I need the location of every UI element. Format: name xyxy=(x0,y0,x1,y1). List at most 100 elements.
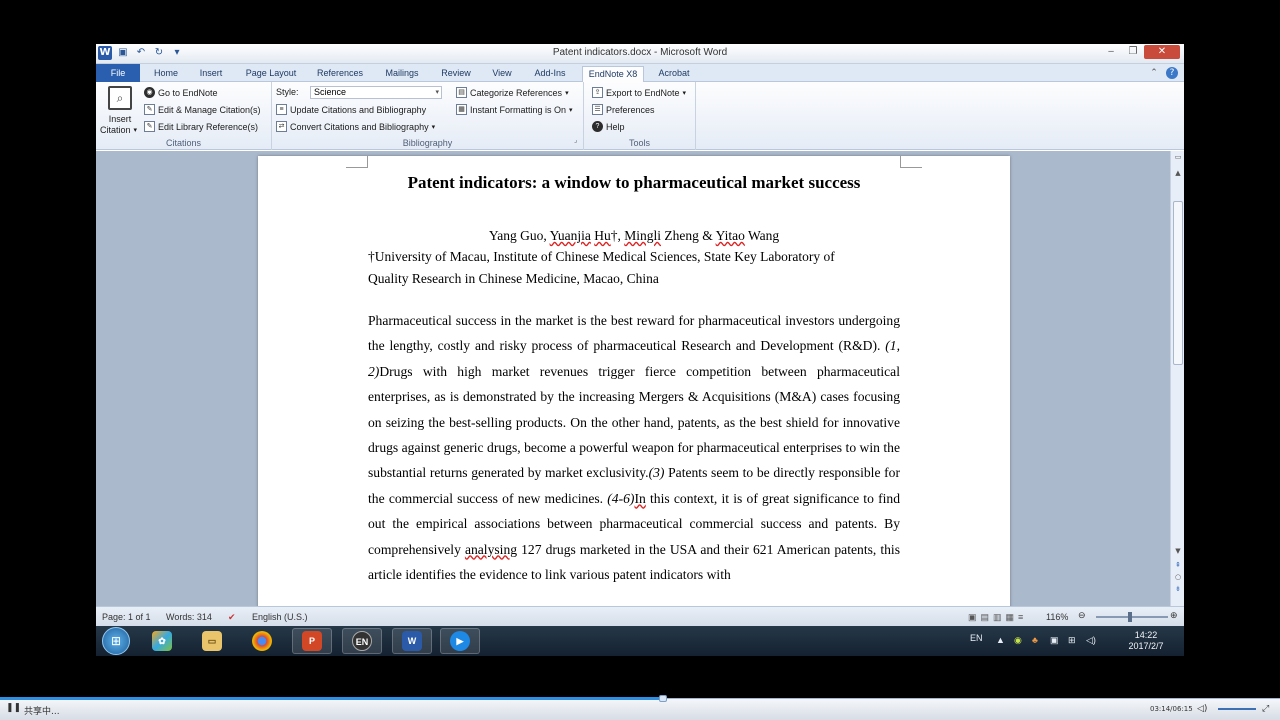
abstract-text: Pharmaceutical success in the market is … xyxy=(368,313,900,354)
insert-citation-button[interactable]: Citation ▾ xyxy=(100,125,137,135)
author-text: Hu xyxy=(594,228,611,243)
taskbar-powerpoint[interactable]: P xyxy=(292,628,332,654)
help-button[interactable]: ? Help xyxy=(592,121,625,132)
zoom-level[interactable]: 116% xyxy=(1046,612,1068,622)
tray-security-icon[interactable]: ♣ xyxy=(1032,635,1038,645)
minimize-button[interactable]: ‒ xyxy=(1100,45,1122,59)
help-label: Help xyxy=(606,121,625,132)
tab-endnote-x8[interactable]: EndNote X8 xyxy=(582,66,644,82)
close-button[interactable]: ✕ xyxy=(1144,45,1180,59)
zoom-in-icon[interactable]: ⊕ xyxy=(1170,610,1178,621)
language-indicator[interactable]: English (U.S.) xyxy=(252,612,308,622)
input-language[interactable]: EN xyxy=(970,633,983,643)
previous-page-icon[interactable]: ⇞ xyxy=(1171,561,1184,569)
style-dropdown[interactable]: Science ▾ xyxy=(310,86,442,99)
tab-references[interactable]: References xyxy=(312,66,368,82)
convert-bibliography-icon: ⇄ xyxy=(276,121,287,132)
tab-mailings[interactable]: Mailings xyxy=(378,66,426,82)
volume-slider[interactable] xyxy=(1218,708,1256,710)
export-to-endnote-button[interactable]: ⇪ Export to EndNote ▾ xyxy=(592,87,686,98)
video-player-bar: ❚❚ 共享中... 03:14/06:15 ◁) ⤢ xyxy=(0,695,1280,720)
minimize-ribbon-icon[interactable]: ⌃ xyxy=(1148,67,1160,79)
playback-progress[interactable] xyxy=(0,697,664,700)
author-text: Yuanjia xyxy=(549,228,591,243)
scroll-down-icon[interactable]: ▼ xyxy=(1171,547,1184,555)
crop-mark-right xyxy=(900,156,922,168)
taskbar-word[interactable]: W xyxy=(392,628,432,654)
chevron-down-icon: ▾ xyxy=(133,127,138,134)
playback-progress-knob[interactable] xyxy=(659,695,668,702)
tray-app-icon[interactable]: ◉ xyxy=(1014,635,1022,646)
ruler-toggle-icon[interactable]: ▭ xyxy=(1171,153,1184,161)
tab-view[interactable]: View xyxy=(486,66,518,82)
go-to-endnote-label: Go to EndNote xyxy=(158,87,218,98)
tray-device-icon[interactable]: ▣ xyxy=(1050,635,1059,646)
chevron-down-icon: ▾ xyxy=(435,89,439,96)
insert-citation-label-1[interactable]: Insert xyxy=(102,114,138,124)
go-to-endnote-button[interactable]: ◉ Go to EndNote xyxy=(144,87,218,98)
maximize-button[interactable]: ❐ xyxy=(1122,45,1144,59)
title-bar: W ▣ ↶ ↻ ▾ Patent indicators.docx - Micro… xyxy=(96,44,1184,64)
instant-formatting-button[interactable]: ▦ Instant Formatting is On ▾ xyxy=(456,104,573,115)
pause-icon[interactable]: ❚❚ xyxy=(6,703,21,713)
tab-page-layout[interactable]: Page Layout xyxy=(240,66,302,82)
tab-insert[interactable]: Insert xyxy=(192,66,230,82)
zoom-slider[interactable] xyxy=(1096,616,1168,618)
network-icon[interactable]: ⊞ xyxy=(1068,635,1076,646)
help-icon[interactable]: ? xyxy=(1166,67,1178,79)
word-icon: W xyxy=(402,631,422,651)
tab-home[interactable]: Home xyxy=(148,66,184,82)
word-count[interactable]: Words: 314 xyxy=(166,612,212,622)
select-browse-object-icon[interactable]: ○ xyxy=(1171,573,1184,581)
show-hidden-icons-icon[interactable]: ▲ xyxy=(996,635,1005,645)
taskbar-endnote[interactable]: EN xyxy=(342,628,382,654)
zoom-slider-thumb[interactable] xyxy=(1128,612,1132,622)
volume-icon[interactable]: ◁) xyxy=(1086,635,1096,646)
document-page[interactable]: Patent indicators: a window to pharmaceu… xyxy=(258,156,1010,606)
clock[interactable]: 14:22 2017/2/7 xyxy=(1126,630,1166,652)
taskbar-file-explorer[interactable]: ▭ xyxy=(192,628,232,654)
scrollbar-thumb[interactable] xyxy=(1173,201,1183,365)
start-button[interactable]: ⊞ xyxy=(102,627,130,655)
proofing-icon[interactable]: ✔ xyxy=(228,612,236,623)
window-controls: ‒ ❐ ✕ xyxy=(1100,45,1180,59)
insert-citation-icon[interactable]: ⌕ xyxy=(108,86,132,110)
volume-icon[interactable]: ◁) xyxy=(1197,704,1207,714)
abstract-text: Drugs with high market revenues trigger … xyxy=(368,363,900,481)
edit-library-label: Edit Library Reference(s) xyxy=(158,121,259,132)
taskbar-media-player[interactable]: ▶ xyxy=(440,628,480,654)
zoom-out-icon[interactable]: ⊖ xyxy=(1078,610,1086,621)
taskbar-chrome[interactable] xyxy=(242,628,282,654)
sharing-status: 共享中... xyxy=(24,707,60,717)
document-area[interactable]: Patent indicators: a window to pharmaceu… xyxy=(96,151,1170,606)
tab-add-ins[interactable]: Add-Ins xyxy=(528,66,572,82)
tab-acrobat[interactable]: Acrobat xyxy=(652,66,696,82)
folder-icon: ▭ xyxy=(202,631,222,651)
categorize-references-button[interactable]: ▤ Categorize References ▾ xyxy=(456,87,569,98)
play-icon: ▶ xyxy=(450,631,470,651)
document-title: Patent indicators: a window to pharmaceu… xyxy=(407,173,861,192)
affiliation-line-2: Quality Research in Chinese Medicine, Ma… xyxy=(368,271,659,286)
taskbar-photos[interactable]: ✿ xyxy=(142,628,182,654)
convert-citations-button[interactable]: ⇄ Convert Citations and Bibliography ▾ xyxy=(276,121,435,132)
edit-manage-citations-button[interactable]: ✎ Edit & Manage Citation(s) xyxy=(144,104,261,115)
crop-mark-left xyxy=(346,156,368,168)
tab-file[interactable]: File xyxy=(96,64,140,82)
edit-library-references-button[interactable]: ✎ Edit Library Reference(s) xyxy=(144,121,258,132)
group-citations: ⌕ Insert Citation ▾ ◉ Go to EndNote ✎ Edit … xyxy=(96,82,272,150)
view-buttons[interactable]: ▣▤▥▦≡ xyxy=(968,612,1027,623)
categorize-icon: ▤ xyxy=(456,87,467,98)
tools-group-label: Tools xyxy=(628,138,650,148)
clock-date: 2017/2/7 xyxy=(1128,641,1164,651)
fullscreen-icon[interactable]: ⤢ xyxy=(1262,704,1269,714)
vertical-scrollbar[interactable]: ▭ ▲ ▼ ⇞ ○ ⇟ xyxy=(1170,151,1184,606)
scroll-up-icon[interactable]: ▲ xyxy=(1171,169,1184,177)
export-label: Export to EndNote xyxy=(606,87,680,98)
next-page-icon[interactable]: ⇟ xyxy=(1171,585,1184,593)
update-citations-button[interactable]: ≡ Update Citations and Bibliography xyxy=(276,104,426,115)
chevron-down-icon: ▾ xyxy=(569,106,573,114)
author-text: Yang Guo, xyxy=(488,228,550,243)
tab-review[interactable]: Review xyxy=(436,66,476,82)
page-count[interactable]: Page: 1 of 1 xyxy=(102,612,151,622)
preferences-button[interactable]: ☰ Preferences xyxy=(592,104,655,115)
